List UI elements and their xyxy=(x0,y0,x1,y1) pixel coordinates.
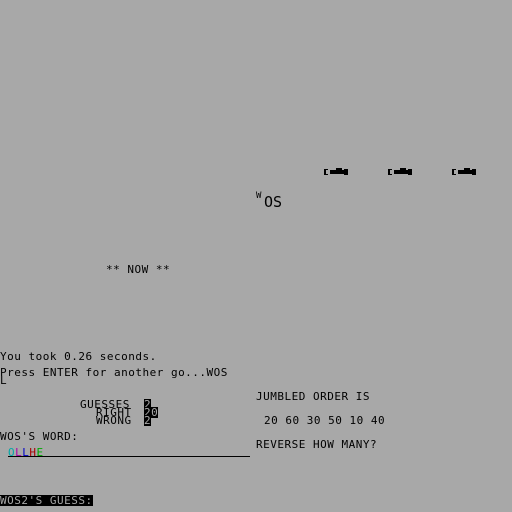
word-letter: H xyxy=(29,446,37,459)
reverse-prompt: REVERSE HOW MANY? xyxy=(256,438,378,451)
word-label: WOS'S WORD: xyxy=(0,430,79,443)
guess-input-label[interactable]: WOS2'S GUESS: xyxy=(0,495,93,506)
enter-prompt-wrap: L xyxy=(0,374,8,387)
sprite-big-letters: OS xyxy=(264,193,283,211)
wrong-value: 2 xyxy=(144,414,152,427)
player-name-sprite: W OS xyxy=(256,192,282,214)
sprite-small-letter: W xyxy=(256,191,262,201)
enter-prompt: Press ENTER for another go...WOS xyxy=(0,366,228,379)
wrong-label: WRONG xyxy=(96,414,132,427)
plane-icon xyxy=(452,167,478,177)
jumbled-values: 20 60 30 50 10 40 xyxy=(264,414,386,427)
plane-icon xyxy=(324,167,350,177)
word-underline xyxy=(8,456,250,457)
plane-icon xyxy=(388,167,414,177)
now-label: ** NOW ** xyxy=(106,263,171,276)
jumbled-label: JUMBLED ORDER IS xyxy=(256,390,370,403)
word-letter: E xyxy=(36,446,44,459)
timing-text: You took 0.26 seconds. xyxy=(0,350,157,363)
